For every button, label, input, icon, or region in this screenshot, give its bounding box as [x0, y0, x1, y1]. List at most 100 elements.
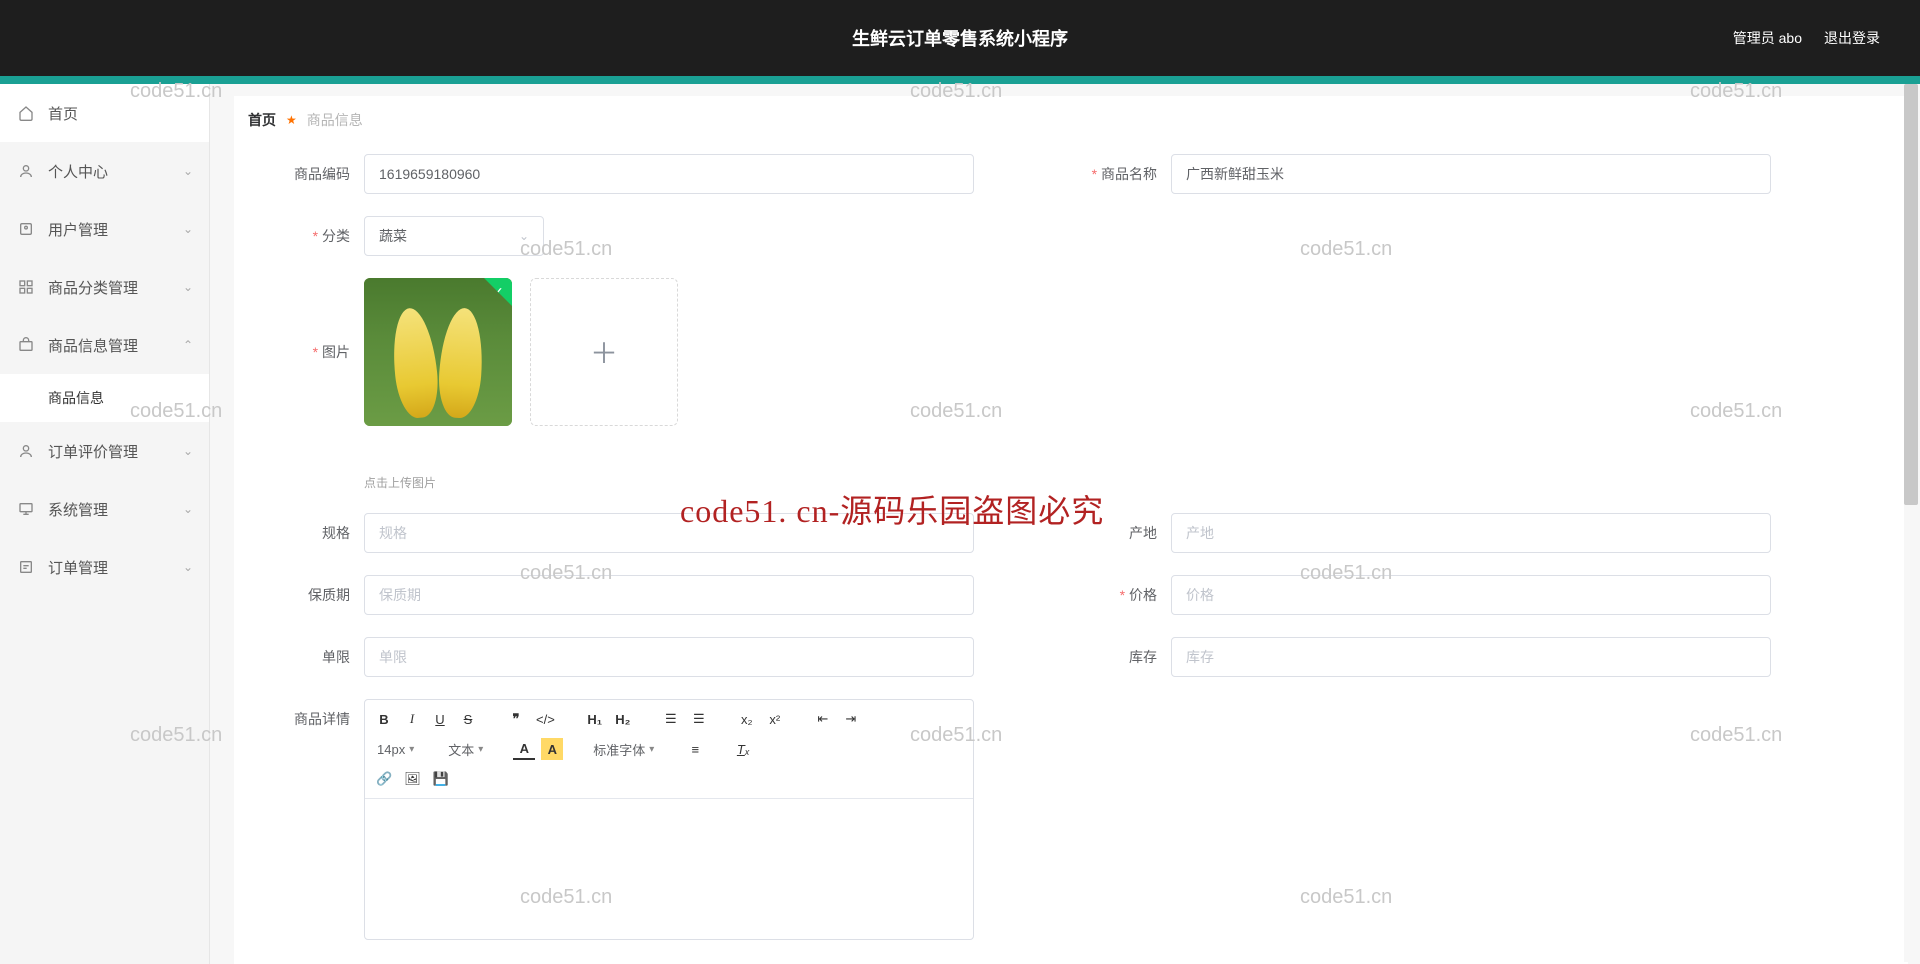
- sidebar-item-label: 首页: [48, 103, 78, 124]
- chevron-down-icon: ⌄: [183, 502, 193, 516]
- stock-label: 库存: [1071, 637, 1171, 677]
- category-select[interactable]: 蔬菜 ⌄: [364, 216, 544, 256]
- sidebar-item-home[interactable]: 首页: [0, 84, 209, 142]
- origin-label: 产地: [1071, 513, 1171, 553]
- scrollbar-thumb[interactable]: [1904, 84, 1918, 505]
- sidebar-item-label: 系统管理: [48, 499, 108, 520]
- upload-hint: 点击上传图片: [364, 474, 1071, 491]
- shelf-input[interactable]: [364, 575, 974, 615]
- stock-input[interactable]: [1171, 637, 1771, 677]
- grid-icon: [18, 279, 34, 295]
- code-button[interactable]: </>: [533, 708, 558, 730]
- editor-body[interactable]: [365, 799, 973, 939]
- superscript-button[interactable]: x²: [764, 708, 786, 730]
- subscript-button[interactable]: x₂: [736, 708, 758, 730]
- chevron-down-icon: ⌄: [183, 222, 193, 236]
- list-bullet-button[interactable]: ☰: [688, 708, 710, 730]
- name-input[interactable]: [1171, 154, 1771, 194]
- sidebar-item-orders[interactable]: 订单管理 ⌄: [0, 538, 209, 596]
- sidebar-subitem-product-info[interactable]: 商品信息: [0, 374, 209, 422]
- bg-color-button[interactable]: A: [541, 738, 563, 760]
- strike-button[interactable]: S: [457, 708, 479, 730]
- accent-bar: [0, 76, 1920, 84]
- logout-button[interactable]: 退出登录: [1824, 28, 1880, 48]
- chevron-down-icon: ⌄: [183, 280, 193, 294]
- limit-input[interactable]: [364, 637, 974, 677]
- spec-label: 规格: [264, 513, 364, 553]
- users-icon: [18, 221, 34, 237]
- chevron-up-icon: ⌃: [183, 338, 193, 352]
- quote-button[interactable]: ❞: [505, 708, 527, 730]
- scrollbar-track[interactable]: [1904, 84, 1918, 962]
- spec-input[interactable]: [364, 513, 974, 553]
- rich-text-editor: B I U S ❞ </> H₁ H: [364, 699, 974, 940]
- sku-label: 商品编码: [264, 154, 364, 194]
- top-bar: 生鲜云订单零售系统小程序 管理员 abo 退出登录: [0, 0, 1920, 76]
- sidebar-item-label: 订单管理: [48, 557, 108, 578]
- sidebar-item-label: 商品分类管理: [48, 277, 138, 298]
- sidebar-item-product[interactable]: 商品信息管理 ⌃: [0, 316, 209, 374]
- product-form: 商品编码 商品名称 分类 蔬菜 ⌄: [234, 144, 1908, 964]
- category-label: 分类: [264, 216, 364, 256]
- list-ordered-button[interactable]: ☰: [660, 708, 682, 730]
- breadcrumb-sep-icon: ★: [286, 113, 297, 127]
- sidebar-item-label: 用户管理: [48, 219, 108, 240]
- sidebar: 首页 个人中心 ⌄ 用户管理 ⌄ 商品分类管理 ⌄ 商品信息管理 ⌃: [0, 84, 210, 964]
- save-button[interactable]: 💾: [430, 768, 452, 790]
- user-icon: [18, 163, 34, 179]
- detail-label: 商品详情: [264, 699, 364, 739]
- sidebar-item-category[interactable]: 商品分类管理 ⌄: [0, 258, 209, 316]
- sidebar-item-system[interactable]: 系统管理 ⌄: [0, 480, 209, 538]
- box-icon: [18, 337, 34, 353]
- limit-label: 单限: [264, 637, 364, 677]
- chevron-down-icon: ⌄: [183, 560, 193, 574]
- breadcrumb-current: 商品信息: [307, 110, 363, 130]
- italic-button[interactable]: I: [401, 708, 423, 730]
- font-size-select[interactable]: 14px▾: [373, 742, 418, 757]
- top-bar-right: 管理员 abo 退出登录: [1733, 28, 1920, 48]
- font-style-select[interactable]: 文本▾: [444, 740, 487, 759]
- app-title: 生鲜云订单零售系统小程序: [852, 25, 1068, 51]
- breadcrumb-home[interactable]: 首页: [248, 110, 276, 130]
- price-label: 价格: [1071, 575, 1171, 615]
- comment-icon: [18, 443, 34, 459]
- bold-button[interactable]: B: [373, 708, 395, 730]
- font-family-select[interactable]: 标准字体▾: [589, 740, 658, 759]
- link-button[interactable]: 🔗: [373, 768, 395, 790]
- sidebar-item-profile[interactable]: 个人中心 ⌄: [0, 142, 209, 200]
- clear-format-button[interactable]: Tₓ: [732, 738, 754, 760]
- align-button[interactable]: ≡: [684, 738, 706, 760]
- image-label: 图片: [264, 278, 364, 426]
- editor-toolbar: B I U S ❞ </> H₁ H: [365, 700, 973, 799]
- system-icon: [18, 501, 34, 517]
- sidebar-item-review[interactable]: 订单评价管理 ⌄: [0, 422, 209, 480]
- breadcrumb: 首页 ★ 商品信息: [234, 96, 1908, 144]
- sidebar-item-users[interactable]: 用户管理 ⌄: [0, 200, 209, 258]
- sidebar-subitem-label: 商品信息: [48, 388, 104, 408]
- chevron-down-icon: ⌄: [519, 229, 529, 243]
- chevron-down-icon: ⌄: [183, 444, 193, 458]
- home-icon: [18, 105, 34, 121]
- outdent-button[interactable]: ⇤: [812, 708, 834, 730]
- origin-input[interactable]: [1171, 513, 1771, 553]
- image-button[interactable]: 🖼: [401, 768, 424, 790]
- underline-button[interactable]: U: [429, 708, 451, 730]
- price-input[interactable]: [1171, 575, 1771, 615]
- sidebar-item-label: 商品信息管理: [48, 335, 138, 356]
- indent-button[interactable]: ⇥: [840, 708, 862, 730]
- h2-button[interactable]: H₂: [612, 708, 634, 730]
- sidebar-item-label: 个人中心: [48, 161, 108, 182]
- order-icon: [18, 559, 34, 575]
- uploaded-image-thumb[interactable]: [364, 278, 512, 426]
- name-label: 商品名称: [1071, 154, 1171, 194]
- chevron-down-icon: ⌄: [183, 164, 193, 178]
- main-content: 首页 ★ 商品信息 商品编码 商品名称 分类: [210, 84, 1920, 964]
- font-color-button[interactable]: A: [513, 738, 535, 760]
- h1-button[interactable]: H₁: [584, 708, 606, 730]
- upload-add-button[interactable]: ＋: [530, 278, 678, 426]
- sidebar-item-label: 订单评价管理: [48, 441, 138, 462]
- shelf-label: 保质期: [264, 575, 364, 615]
- category-selected-value: 蔬菜: [379, 226, 407, 246]
- sku-input[interactable]: [364, 154, 974, 194]
- current-user-label[interactable]: 管理员 abo: [1733, 28, 1802, 48]
